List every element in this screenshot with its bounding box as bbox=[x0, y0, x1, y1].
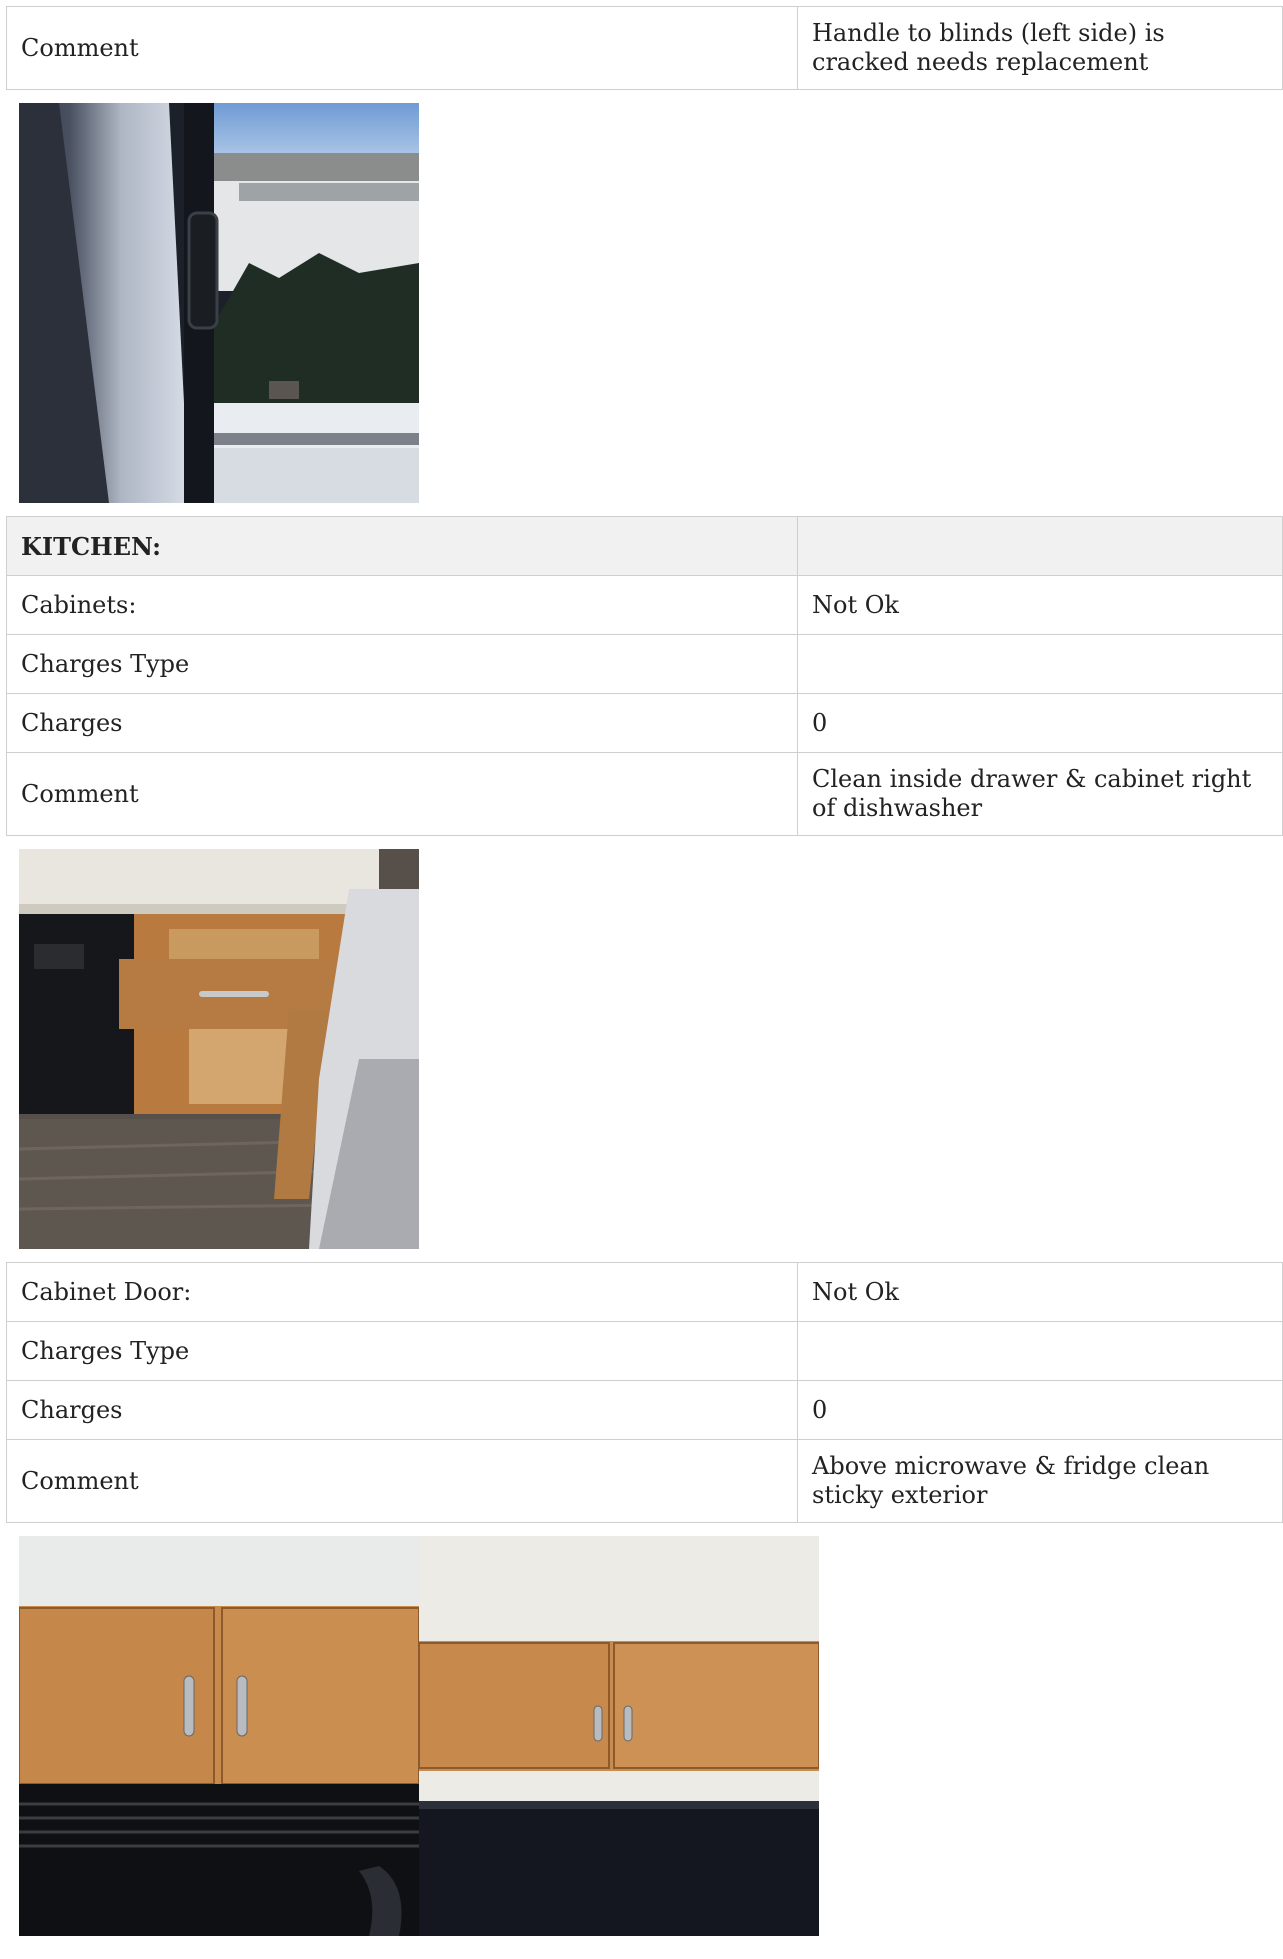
cabinets-status: Not Ok bbox=[797, 575, 1283, 635]
cabinet-door-table: Cabinet Door: Not Ok Charges Type Charge… bbox=[6, 1262, 1283, 1523]
charges-type-value bbox=[797, 634, 1283, 694]
charges-value: 0 bbox=[797, 1380, 1283, 1440]
table-row: Cabinets: Not Ok bbox=[6, 575, 1283, 635]
comment-value: Clean inside drawer & cabinet right of d… bbox=[797, 752, 1283, 836]
table-row: Comment Above microwave & fridge clean s… bbox=[6, 1439, 1283, 1523]
section-header-empty bbox=[797, 516, 1283, 576]
table-row: Charges Type bbox=[6, 1321, 1283, 1381]
microwave-cabinet-photo[interactable] bbox=[19, 1536, 419, 1936]
window-comment-table: Comment Handle to blinds (left side) is … bbox=[6, 6, 1283, 90]
cabinet-door-status: Not Ok bbox=[797, 1262, 1283, 1322]
charges-type-label: Charges Type bbox=[6, 634, 798, 694]
fridge-cabinet-photo[interactable] bbox=[419, 1536, 819, 1936]
cabinets-label: Cabinets: bbox=[6, 575, 798, 635]
comment-value: Handle to blinds (left side) is cracked … bbox=[797, 6, 1283, 90]
window-photo-row bbox=[6, 90, 1280, 516]
comment-value: Above microwave & fridge clean sticky ex… bbox=[797, 1439, 1283, 1523]
window-blinds-photo[interactable] bbox=[19, 103, 419, 503]
charges-type-value bbox=[797, 1321, 1283, 1381]
cabinet-door-photo-row bbox=[6, 1523, 1280, 1949]
charges-value: 0 bbox=[797, 693, 1283, 753]
comment-label: Comment bbox=[6, 1439, 798, 1523]
charges-type-label: Charges Type bbox=[6, 1321, 798, 1381]
comment-label: Comment bbox=[6, 6, 798, 90]
kitchen-section-title: KITCHEN: bbox=[6, 516, 798, 576]
table-row: Charges 0 bbox=[6, 1380, 1283, 1440]
table-row: Charges 0 bbox=[6, 693, 1283, 753]
open-drawer-photo[interactable] bbox=[19, 849, 419, 1249]
table-row: Comment Clean inside drawer & cabinet ri… bbox=[6, 752, 1283, 836]
kitchen-cabinets-table: KITCHEN: Cabinets: Not Ok Charges Type C… bbox=[6, 516, 1283, 836]
table-row: Cabinet Door: Not Ok bbox=[6, 1262, 1283, 1322]
charges-label: Charges bbox=[6, 1380, 798, 1440]
drawer-photo-row bbox=[6, 836, 1280, 1262]
inspection-report: Comment Handle to blinds (left side) is … bbox=[6, 6, 1283, 1949]
table-row: Comment Handle to blinds (left side) is … bbox=[6, 6, 1283, 90]
cabinet-door-label: Cabinet Door: bbox=[6, 1262, 798, 1322]
comment-label: Comment bbox=[6, 752, 798, 836]
charges-label: Charges bbox=[6, 693, 798, 753]
table-row: Charges Type bbox=[6, 634, 1283, 694]
section-header: KITCHEN: bbox=[6, 516, 1283, 576]
